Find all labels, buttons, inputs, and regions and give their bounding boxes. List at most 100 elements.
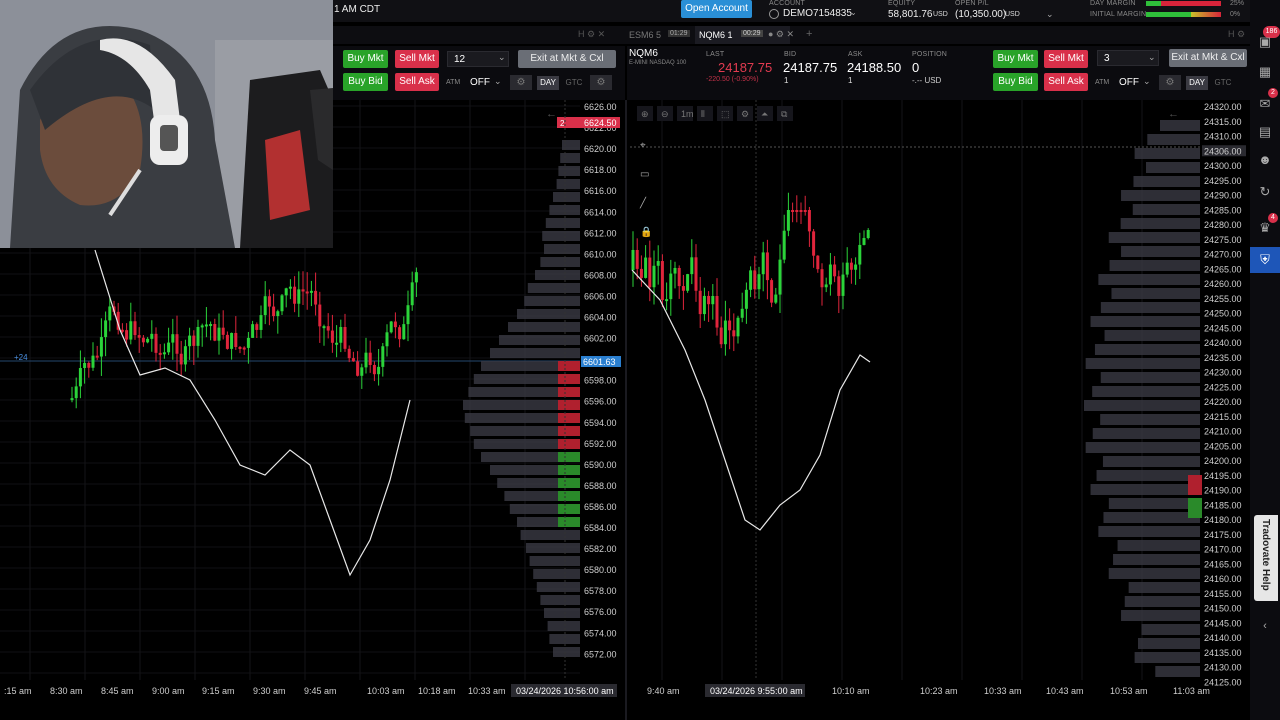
buy-mkt-button[interactable]: Buy Mkt [343, 50, 388, 68]
users-icon[interactable]: ☻ [1256, 152, 1274, 170]
price-tick-label: 24135.00 [1204, 648, 1242, 658]
volume-profile-bar [536, 582, 580, 592]
atm-select[interactable]: OFF [470, 77, 490, 88]
price-tick-label: 24195.00 [1204, 471, 1242, 481]
price-tick-label: 24220.00 [1204, 397, 1242, 407]
exit-at-mkt-button[interactable]: Exit at Mkt & Cxl [1169, 49, 1247, 67]
candle [284, 288, 288, 296]
sell-mkt-button[interactable]: Sell Mkt [395, 50, 439, 68]
buy-mkt-button[interactable]: Buy Mkt [993, 50, 1038, 68]
candle [74, 386, 78, 399]
candle [95, 355, 99, 358]
tab-esm6[interactable]: ESM6 5 [629, 30, 661, 40]
sell-mkt-button[interactable]: Sell Mkt [1044, 50, 1088, 68]
chevron-down-icon[interactable]: ⌄ [1046, 9, 1054, 20]
symbol-label[interactable]: NQM6 [629, 48, 658, 59]
tif-day[interactable]: DAY [537, 76, 559, 90]
candle [669, 273, 673, 300]
volume-profile-bar [1121, 610, 1200, 621]
chart-toolbar-button[interactable] [697, 106, 713, 121]
candle [368, 352, 372, 365]
volume-profile-bar [499, 335, 580, 345]
time-tick-label: 8:45 am [101, 686, 134, 696]
chevron-down-icon[interactable]: ⌄ [498, 52, 506, 63]
crosshair-time-label: 03/24/2026 9:55:00 am [710, 686, 803, 696]
tif-gtc[interactable]: GTC [563, 76, 585, 90]
settings-icon[interactable]: ⚙ [1159, 75, 1181, 90]
clock: 1 AM CDT [334, 4, 381, 15]
trophy-icon[interactable]: ♛ [1256, 220, 1274, 238]
volume-profile-bar [527, 283, 580, 293]
time-tick-label: 10:53 am [1110, 686, 1148, 696]
candle [120, 329, 124, 332]
volume-profile-bar [545, 218, 580, 228]
candle [297, 289, 301, 304]
document-icon[interactable]: ▤ [1256, 124, 1274, 142]
price-tick-label: 6588.00 [584, 481, 617, 491]
initial-margin-label: INITIAL MARGIN [1090, 11, 1147, 18]
volume-profile-bar [526, 543, 580, 553]
sell-ask-button[interactable]: Sell Ask [395, 73, 439, 91]
grid-icon[interactable]: ▦ [1256, 64, 1274, 82]
candle [410, 282, 414, 306]
volume-profile-bar [1096, 470, 1200, 481]
candle [364, 352, 368, 368]
tab-control-icons[interactable]: H ⚙ [1228, 29, 1245, 40]
candle [858, 244, 862, 265]
tif-gtc[interactable]: GTC [1212, 76, 1234, 90]
add-tab-icon[interactable]: + [806, 28, 812, 40]
offset-label: +24 [14, 353, 28, 362]
chart-toolbar-icon: ⬚ [721, 109, 730, 119]
open-account-button[interactable]: Open Account [681, 0, 752, 18]
price-tick-label: 24300.00 [1204, 161, 1242, 171]
candle [339, 327, 343, 343]
drawing-tool-icon: ╱ [639, 196, 647, 209]
tif-day[interactable]: DAY [1186, 76, 1208, 90]
alert-icon[interactable]: ▣ [1256, 34, 1274, 52]
exit-at-mkt-button[interactable]: Exit at Mkt & Cxl [518, 50, 616, 68]
chart-toolbar-icon: ⧉ [781, 109, 788, 119]
chevron-left-icon[interactable]: ‹ [1256, 620, 1274, 638]
candle [765, 252, 769, 281]
buy-bid-button[interactable]: Buy Bid [343, 73, 388, 91]
price-tick-label: 24205.00 [1204, 441, 1242, 451]
price-tick-label: 6616.00 [584, 186, 617, 196]
volume-profile-bar [508, 322, 580, 332]
price-tick-label: 24306.00 [1204, 146, 1242, 156]
drawing-tool-icon: 🔒 [640, 226, 652, 238]
candle [318, 304, 322, 327]
volume-profile-bar [558, 465, 580, 475]
volume-profile-bar [558, 413, 580, 423]
shield-icon[interactable]: ⛨ [1250, 247, 1280, 273]
chevron-down-icon[interactable]: ⌄ [850, 8, 857, 17]
candle [78, 368, 82, 387]
account-selector[interactable]: DEMO7154835 [783, 8, 852, 19]
symbol-desc: E-MINI NASDAQ 100 [629, 60, 687, 66]
chevron-down-icon[interactable]: ⌄ [1148, 52, 1156, 63]
buy-bid-button[interactable]: Buy Bid [993, 73, 1038, 91]
candle [774, 294, 778, 303]
candle [314, 290, 318, 305]
time-tick-label: 11:03 am [1173, 686, 1210, 696]
candle [158, 352, 162, 355]
chevron-down-icon[interactable]: ⌄ [1143, 76, 1151, 87]
history-icon[interactable]: ↻ [1256, 184, 1274, 202]
last-label: LAST [706, 51, 725, 58]
volume-profile-bar [1092, 386, 1200, 397]
tab-control-icons[interactable]: ● ⚙ ✕ [768, 29, 794, 40]
help-tab[interactable]: Tradovate Help [1254, 515, 1278, 601]
chat-icon[interactable]: ✉ [1256, 96, 1274, 114]
price-tick-label: 6602.00 [584, 334, 617, 344]
settings-icon[interactable]: ⚙ [510, 75, 532, 90]
sell-ask-button[interactable]: Sell Ask [1044, 73, 1088, 91]
chevron-down-icon[interactable]: ⌄ [494, 76, 502, 87]
bid-label: BID [784, 51, 797, 58]
time-tick-label: 9:00 am [152, 686, 185, 696]
settings-icon[interactable]: ⚙ [590, 75, 612, 90]
volume-profile-bar [1117, 540, 1200, 551]
volume-profile-bar [1108, 568, 1200, 579]
atm-select[interactable]: OFF [1119, 77, 1139, 88]
candle [192, 335, 196, 346]
tab-control-icons[interactable]: H ⚙ ✕ [578, 29, 605, 40]
price-tick-label: 6590.00 [584, 460, 617, 470]
